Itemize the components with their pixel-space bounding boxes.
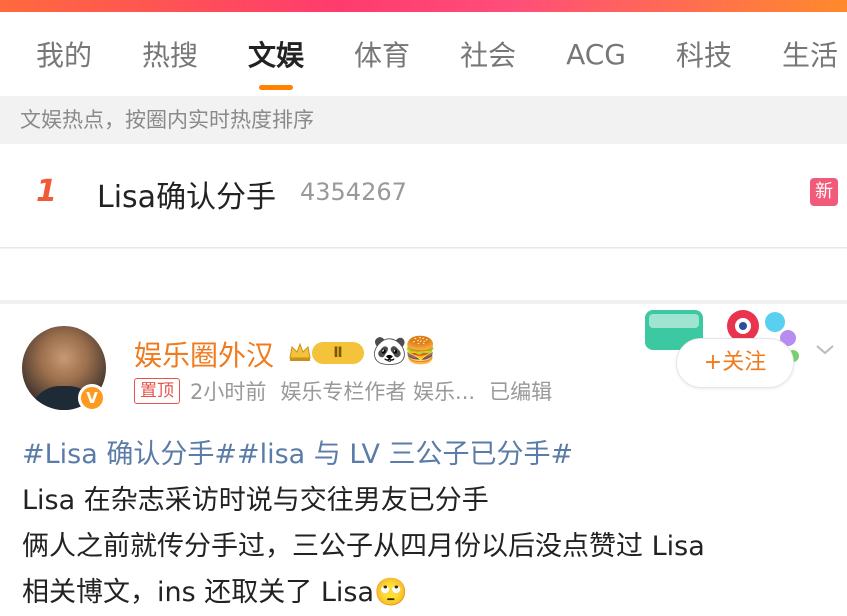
panda-icon: 🐼 bbox=[372, 334, 407, 367]
top-banner bbox=[0, 0, 847, 12]
weibo-post: V 娱乐圈外汉 Ⅱ 🐼 🍔 置顶 2小时前 娱乐专栏作者 娱乐... 已编辑 +… bbox=[0, 304, 847, 616]
hot-count: 4354267 bbox=[300, 178, 407, 206]
post-line-3: 相关博文，ins 还取关了 Lisa bbox=[22, 577, 375, 608]
tab-hot-search[interactable]: 热搜 bbox=[142, 34, 198, 74]
post-line-3-row: 相关博文，ins 还取关了 Lisa🙄 bbox=[22, 570, 832, 616]
follow-button[interactable]: +关注 bbox=[676, 338, 794, 388]
new-badge: 新 bbox=[810, 178, 838, 206]
tab-sports[interactable]: 体育 bbox=[354, 34, 410, 74]
hot-title[interactable]: Lisa确认分手 bbox=[97, 172, 276, 216]
crown-icon bbox=[289, 342, 311, 361]
edited-label[interactable]: 已编辑 bbox=[489, 376, 552, 406]
spacer bbox=[0, 249, 847, 301]
post-line-1: Lisa 在杂志采访时说与交往男友已分手 bbox=[22, 485, 489, 516]
author-role: 娱乐专栏作者 娱乐... bbox=[280, 380, 476, 404]
post-hashtags[interactable]: #Lisa 确认分手##lisa 与 LV 三公子已分手# bbox=[22, 432, 832, 478]
hot-rank: 1 bbox=[36, 174, 57, 209]
post-line-2: 俩人之前就传分手过，三公子从四月份以后没点赞过 Lisa bbox=[22, 531, 705, 562]
post-time: 2小时前 bbox=[190, 380, 267, 404]
tab-life[interactable]: 生活 bbox=[782, 34, 838, 74]
section-subheader: 文娱热点，按圈内实时热度排序 bbox=[0, 96, 847, 144]
burger-icon: 🍔 bbox=[404, 336, 437, 366]
tab-tech[interactable]: 科技 bbox=[676, 34, 732, 74]
tab-society[interactable]: 社会 bbox=[460, 34, 516, 74]
level-badge: Ⅱ bbox=[312, 342, 364, 364]
category-tabs: 我的 热搜 文娱 体育 社会 ACG 科技 生活 bbox=[0, 12, 847, 96]
tab-mine[interactable]: 我的 bbox=[36, 34, 92, 74]
hot-search-item[interactable]: 1 Lisa确认分手 4354267 新 bbox=[0, 144, 847, 248]
tab-entertainment[interactable]: 文娱 bbox=[248, 34, 305, 90]
verified-badge: V bbox=[78, 384, 106, 412]
post-meta: 置顶 2小时前 娱乐专栏作者 娱乐... 已编辑 bbox=[134, 376, 566, 406]
chevron-down-icon[interactable] bbox=[814, 338, 836, 360]
tab-acg[interactable]: ACG bbox=[566, 38, 626, 71]
pin-tag: 置顶 bbox=[134, 378, 180, 404]
eye-roll-emoji-icon: 🙄 bbox=[374, 577, 408, 608]
active-tab-indicator bbox=[259, 85, 294, 90]
tab-entertainment-label: 文娱 bbox=[248, 39, 305, 72]
post-content: #Lisa 确认分手##lisa 与 LV 三公子已分手# Lisa 在杂志采访… bbox=[22, 432, 832, 616]
username[interactable]: 娱乐圈外汉 bbox=[134, 334, 274, 374]
